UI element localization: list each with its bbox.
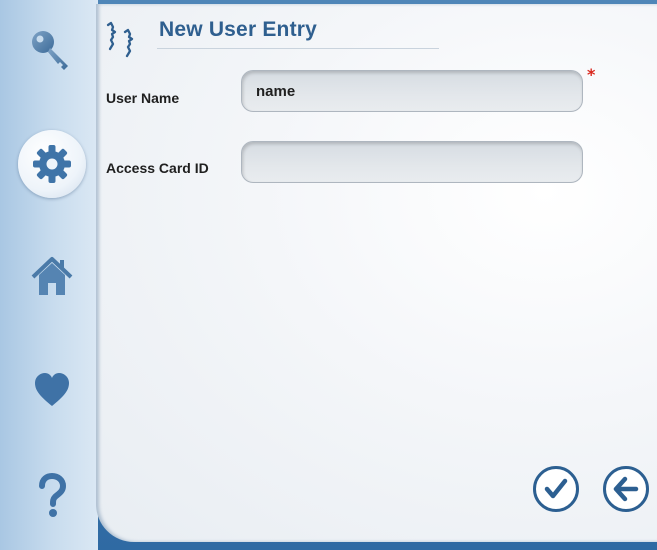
access-card-field[interactable] — [241, 141, 583, 183]
back-arrow-icon — [613, 476, 639, 502]
key-icon — [32, 31, 68, 70]
sidebar-item-home[interactable] — [24, 248, 80, 304]
gear-icon — [33, 145, 71, 183]
page-title: New User Entry — [159, 18, 318, 41]
help-icon — [39, 473, 67, 517]
title-divider — [157, 48, 439, 49]
back-button[interactable] — [603, 466, 649, 512]
users-icon — [106, 21, 134, 58]
content-panel: New User Entry User Name * Access Card I… — [96, 4, 657, 542]
heart-icon — [35, 373, 69, 406]
required-indicator: * — [587, 65, 596, 84]
sidebar — [0, 0, 98, 550]
sidebar-item-settings[interactable] — [18, 130, 86, 198]
user-name-label: User Name — [106, 90, 180, 106]
sidebar-item-favorites[interactable] — [24, 362, 80, 418]
user-name-field[interactable] — [241, 70, 583, 112]
sidebar-item-help[interactable] — [24, 468, 80, 524]
confirm-button[interactable] — [533, 466, 579, 512]
sidebar-item-key[interactable] — [24, 22, 80, 78]
access-card-label: Access Card ID — [106, 160, 209, 176]
checkmark-icon — [544, 478, 568, 499]
home-icon — [31, 257, 73, 295]
